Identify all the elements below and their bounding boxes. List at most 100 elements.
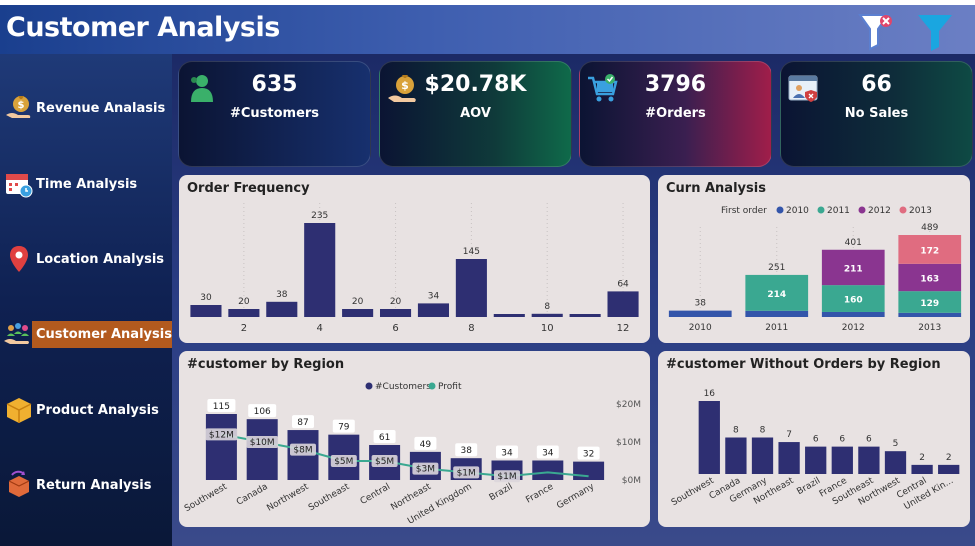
data-label: 6 [839, 435, 845, 445]
kpi-value: 635 [251, 72, 298, 97]
x-tick-label: Northwest [265, 482, 310, 514]
data-label: 79 [338, 423, 350, 433]
data-label: 2 [946, 453, 952, 463]
product-box-icon [2, 393, 36, 427]
curn-analysis-chart[interactable]: First order 2010 2011 2012 2013 38 2010 214 251 2… [658, 175, 970, 343]
x-tick-label: Brazil [795, 476, 822, 497]
profit-label: $10M [250, 438, 275, 448]
data-label: 38 [276, 290, 288, 300]
bar [493, 314, 525, 317]
kpi-label: AOV [460, 106, 491, 121]
data-label: 38 [460, 446, 472, 456]
customer-by-region-chart[interactable]: #Customers Profit $20M $10M $0M 115 106 87 79 61 4… [179, 351, 650, 527]
clear-filter-icon[interactable] [858, 11, 896, 53]
stacked-bar-segment [821, 311, 885, 317]
y2-tick-label: $10M [616, 438, 641, 448]
x-tick-label: Southwest [183, 482, 229, 515]
stacked-bar-segment [745, 310, 809, 317]
sidebar-item-label: Revenue Analasis [36, 100, 166, 116]
legend-marker [365, 382, 373, 390]
page-title: Customer Analysis [6, 12, 280, 43]
order-frequency-chart[interactable]: 30 20 38 235 20 20 34 145 8 64 2 4 6 8 10 12 [179, 175, 650, 343]
bar [455, 259, 487, 317]
data-label: 8 [733, 426, 739, 436]
customer-by-region-card: #customer by Region #Customers Profit $20M… [179, 351, 650, 527]
data-label: 115 [213, 402, 230, 412]
sidebar-item-return-analysis[interactable]: Return Analysis [0, 468, 172, 502]
bar [911, 464, 933, 474]
sidebar-item-label: Customer Analysis [32, 320, 176, 348]
location-pin-icon [2, 242, 36, 276]
sidebar: $ Revenue Analasis Time Analysis Locatio… [0, 54, 176, 546]
data-label: 34 [428, 291, 440, 301]
legend-marker [858, 206, 866, 214]
data-label: 49 [420, 440, 432, 450]
stacked-bar-segment [898, 312, 962, 317]
profit-label: $8M [293, 446, 312, 456]
bar [205, 414, 237, 480]
segment-label: 129 [920, 299, 939, 309]
bar [417, 303, 450, 317]
data-label: 106 [254, 407, 271, 417]
svg-text:$: $ [18, 100, 25, 111]
data-label: 6 [813, 435, 819, 445]
return-box-icon [2, 468, 36, 502]
data-label: 87 [297, 418, 308, 428]
money-bag-hand-icon: $ [2, 91, 36, 125]
y2-tick-label: $20M [616, 400, 641, 410]
customer-without-orders-chart[interactable]: 168 8 7 6 6 6 52 2SouthwestCanadaGermanyNorthea… [658, 351, 970, 527]
x-tick-label: 2010 [689, 323, 712, 333]
profit-label: $3M [416, 465, 435, 475]
bar [698, 401, 720, 474]
x-tick-label: France [524, 482, 555, 506]
header-bar: Customer Analysis [0, 5, 975, 54]
segment-label: 172 [920, 246, 939, 256]
legend-marker [899, 206, 907, 214]
bar [778, 442, 800, 474]
sidebar-item-product-analysis[interactable]: Product Analysis [0, 393, 172, 427]
kpi-label: No Sales [844, 106, 909, 121]
data-label: 32 [583, 450, 594, 460]
x-tick-label: Canada [235, 482, 270, 508]
customers-hand-icon [2, 317, 32, 351]
data-label: 34 [501, 448, 513, 458]
y2-tick-label: $0M [622, 476, 641, 486]
sidebar-item-revenue-analysis[interactable]: $ Revenue Analasis [0, 91, 172, 125]
data-label: 20 [352, 297, 364, 307]
bar [573, 461, 605, 480]
sidebar-item-label: Return Analysis [36, 477, 152, 493]
total-label: 489 [921, 223, 938, 233]
profit-label: $1M [497, 472, 516, 482]
total-label: 251 [768, 263, 785, 273]
kpi-label: #Customers [229, 106, 320, 121]
bar [569, 314, 601, 317]
bar [379, 309, 412, 317]
bar [246, 419, 278, 480]
sidebar-item-location-analysis[interactable]: Location Analysis [0, 242, 172, 276]
legend-title: First order [721, 206, 767, 216]
bar [342, 309, 374, 317]
filter-panel-icon[interactable] [916, 11, 954, 53]
bar [805, 446, 827, 474]
x-tick-label: 8 [468, 323, 474, 334]
legend-marker [428, 382, 436, 390]
bar [831, 446, 853, 474]
kpi-value: $20.78K [424, 72, 527, 97]
data-label: 8 [760, 426, 766, 436]
data-label: 34 [542, 448, 554, 458]
data-label: 30 [200, 293, 212, 303]
bar [884, 451, 907, 474]
data-label: 145 [463, 247, 480, 257]
legend-marker [817, 206, 825, 214]
sidebar-item-time-analysis[interactable]: Time Analysis [0, 167, 172, 201]
bar [607, 291, 639, 317]
bar [304, 223, 336, 317]
x-tick-label: 2 [241, 323, 247, 334]
bar [858, 446, 880, 474]
data-label: 6 [866, 435, 872, 445]
sidebar-item-customer-analysis[interactable]: Customer Analysis [0, 317, 176, 351]
customer-without-orders-card: #customer Without Orders by Region 16 8 8 7… [658, 351, 970, 527]
sidebar-item-label: Product Analysis [36, 402, 159, 418]
sidebar-item-label: Location Analysis [36, 251, 165, 267]
kpi-aov: $ $20.78K AOV [379, 61, 572, 167]
